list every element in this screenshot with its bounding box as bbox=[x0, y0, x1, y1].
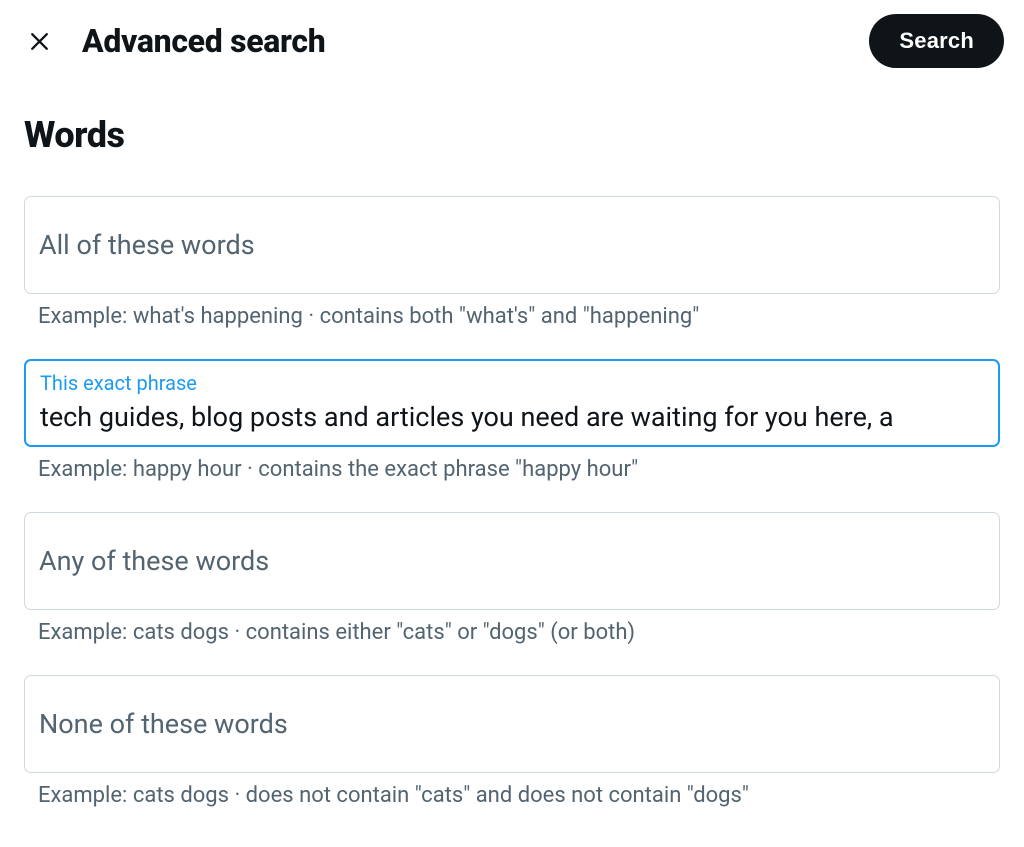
close-icon[interactable] bbox=[24, 26, 54, 56]
helper-none-words: Example: cats dogs · does not contain "c… bbox=[24, 783, 1000, 808]
section-title: Words bbox=[24, 114, 1000, 156]
none-words-input[interactable] bbox=[25, 676, 999, 772]
input-wrapper-any-words[interactable]: Any of these words bbox=[24, 512, 1000, 610]
search-button[interactable]: Search bbox=[869, 14, 1004, 68]
input-wrapper-exact-phrase[interactable]: This exact phrase bbox=[24, 359, 1000, 447]
field-exact-phrase: This exact phrase Example: happy hour · … bbox=[24, 359, 1000, 482]
field-any-words: Any of these words Example: cats dogs · … bbox=[24, 512, 1000, 645]
field-all-words: All of these words Example: what's happe… bbox=[24, 196, 1000, 329]
field-none-words: None of these words Example: cats dogs ·… bbox=[24, 675, 1000, 808]
any-words-input[interactable] bbox=[25, 513, 999, 609]
label-exact-phrase: This exact phrase bbox=[40, 371, 197, 395]
all-words-input[interactable] bbox=[25, 197, 999, 293]
page-title: Advanced search bbox=[82, 22, 841, 60]
helper-exact-phrase: Example: happy hour · contains the exact… bbox=[24, 457, 1000, 482]
helper-all-words: Example: what's happening · contains bot… bbox=[24, 304, 1000, 329]
input-wrapper-none-words[interactable]: None of these words bbox=[24, 675, 1000, 773]
input-wrapper-all-words[interactable]: All of these words bbox=[24, 196, 1000, 294]
content: Words All of these words Example: what's… bbox=[0, 114, 1024, 808]
header: Advanced search Search bbox=[0, 0, 1024, 82]
helper-any-words: Example: cats dogs · contains either "ca… bbox=[24, 620, 1000, 645]
